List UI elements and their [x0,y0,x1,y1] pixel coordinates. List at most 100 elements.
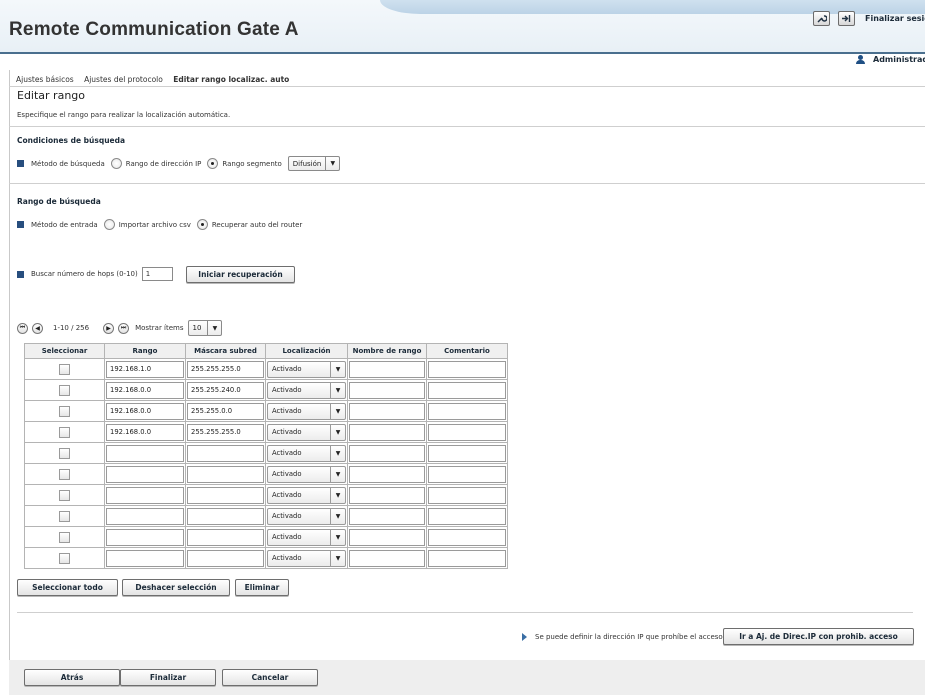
range-input[interactable]: 192.168.1.0 [106,360,184,378]
subnet-mask-input[interactable] [187,507,264,525]
delete-button[interactable]: Eliminar [235,579,289,596]
bullet-square-icon [17,270,24,278]
range-input[interactable]: 192.168.0.0 [106,381,184,399]
row-checkbox[interactable] [59,384,70,396]
deselect-button[interactable]: Deshacer selección [122,579,230,596]
range-input[interactable] [106,549,184,567]
range-name-input[interactable] [349,423,425,441]
subnet-mask-input[interactable]: 255.255.240.0 [187,381,264,399]
comment-input[interactable] [428,444,506,462]
location-select[interactable]: Activado ▼ [267,360,346,378]
wrench-icon[interactable] [813,11,830,26]
hops-input[interactable]: 1 [141,267,173,281]
location-value: Activado [272,407,302,415]
range-name-input[interactable] [349,528,425,546]
mask-cell [185,463,266,485]
chevron-down-icon: ▼ [330,403,345,419]
radio-segment-range[interactable] [207,158,219,169]
location-select[interactable]: Activado ▼ [267,381,346,399]
items-per-page-select[interactable]: 10 ▼ [187,320,223,336]
range-input[interactable] [106,465,184,483]
comment-input[interactable] [428,486,506,504]
row-checkbox[interactable] [59,426,70,438]
location-select[interactable]: Activado ▼ [267,486,346,504]
range-input[interactable]: 192.168.0.0 [106,423,184,441]
finish-button[interactable]: Finalizar [120,669,216,686]
header-rule [0,52,925,54]
next-page-icon[interactable]: ▶ [103,322,115,334]
subnet-mask-input[interactable]: 255.255.0.0 [187,402,264,420]
location-cell: Activado ▼ [265,379,348,401]
range-name-input[interactable] [349,549,425,567]
row-checkbox[interactable] [59,363,70,375]
range-input[interactable] [106,528,184,546]
range-input[interactable] [106,507,184,525]
last-page-icon[interactable]: ⏭ [118,322,130,334]
radio-router-auto-label[interactable]: Recuperar auto del router [212,221,302,229]
location-select[interactable]: Activado ▼ [267,549,346,567]
subnet-mask-input[interactable] [187,486,264,504]
radio-ip-range[interactable] [110,158,122,169]
row-checkbox[interactable] [59,468,70,480]
row-checkbox[interactable] [59,531,70,543]
comment-input[interactable] [428,507,506,525]
comment-input[interactable] [428,381,506,399]
hops-label: Buscar número de hops (0-10) [31,270,138,278]
location-select[interactable]: Activado ▼ [267,507,346,525]
range-name-input[interactable] [349,465,425,483]
subnet-mask-input[interactable] [187,444,264,462]
location-select[interactable]: Activado ▼ [267,402,346,420]
subnet-mask-input[interactable]: 255.255.255.0 [187,360,264,378]
breadcrumb-item-basic[interactable]: Ajustes básicos [16,75,74,84]
start-recovery-button[interactable]: Iniciar recuperación [186,266,295,283]
subnet-mask-input[interactable] [187,528,264,546]
segment-type-select[interactable]: Difusión ▼ [287,156,341,171]
row-checkbox[interactable] [59,510,70,522]
chevron-down-icon: ▼ [330,529,345,545]
subnet-mask-input[interactable]: 255.255.255.0 [187,423,264,441]
cancel-button[interactable]: Cancelar [222,669,318,686]
logout-arrow-icon[interactable] [838,11,855,26]
logout-link[interactable]: Finalizar sesión [865,14,925,23]
comment-input[interactable] [428,465,506,483]
search-conditions-title: Condiciones de búsqueda [17,136,126,145]
radio-router-auto[interactable] [196,219,208,230]
location-select[interactable]: Activado ▼ [267,423,346,441]
radio-ip-range-label[interactable]: Rango de dirección IP [126,160,202,168]
range-name-input[interactable] [349,360,425,378]
row-checkbox[interactable] [59,447,70,459]
radio-segment-range-label[interactable]: Rango segmento [222,160,281,168]
radio-import-csv[interactable] [103,219,115,230]
subnet-mask-input[interactable] [187,465,264,483]
first-page-icon[interactable]: ⏮ [17,322,28,334]
range-name-input[interactable] [349,402,425,420]
breadcrumb-divider [9,86,925,87]
select-cell [24,442,105,464]
subnet-mask-input[interactable] [187,549,264,567]
breadcrumb-item-protocol[interactable]: Ajustes del protocolo [84,75,163,84]
comment-input[interactable] [428,528,506,546]
range-name-input[interactable] [349,507,425,525]
back-button[interactable]: Atrás [24,669,120,686]
range-name-input[interactable] [349,444,425,462]
range-name-input[interactable] [349,486,425,504]
range-input[interactable] [106,486,184,504]
location-select[interactable]: Activado ▼ [267,528,346,546]
range-input[interactable]: 192.168.0.0 [106,402,184,420]
comment-input[interactable] [428,549,506,567]
comment-input[interactable] [428,360,506,378]
row-checkbox[interactable] [59,489,70,501]
goto-restricted-ip-button[interactable]: Ir a Aj. de Direc.IP con prohib. acceso [723,628,914,645]
range-name-input[interactable] [349,381,425,399]
comment-input[interactable] [428,402,506,420]
chevron-down-icon: ▼ [330,508,345,524]
row-checkbox[interactable] [59,405,70,417]
location-select[interactable]: Activado ▼ [267,465,346,483]
range-input[interactable] [106,444,184,462]
radio-import-csv-label[interactable]: Importar archivo csv [119,221,191,229]
row-checkbox[interactable] [59,552,70,564]
select-all-button[interactable]: Seleccionar todo [17,579,118,596]
comment-input[interactable] [428,423,506,441]
location-select[interactable]: Activado ▼ [267,444,346,462]
prev-page-icon[interactable]: ◀ [32,322,43,334]
